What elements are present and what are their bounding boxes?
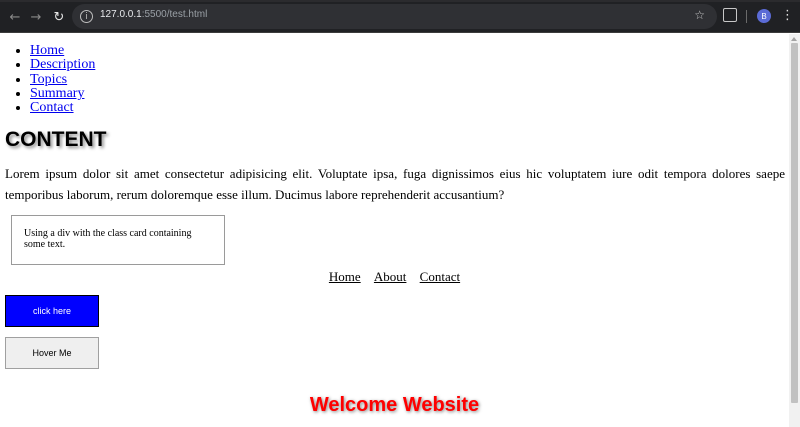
nav-item-description: Description bbox=[30, 58, 95, 72]
nav-link-description[interactable]: Description bbox=[30, 57, 95, 72]
avatar[interactable]: B bbox=[757, 9, 771, 23]
url-host: 127.0.0.1 bbox=[100, 9, 142, 20]
nav-item-summary: Summary bbox=[30, 86, 95, 101]
address-bar[interactable]: i 127.0.0.1:5500/test.html ☆ bbox=[72, 4, 717, 29]
star-icon[interactable]: ☆ bbox=[694, 8, 705, 22]
click-here-button[interactable]: click here bbox=[5, 295, 99, 327]
top-nav-list: Home Description Topics Summary Contact bbox=[0, 43, 95, 115]
bottom-nav-contact[interactable]: Contact bbox=[420, 269, 460, 284]
scrollbar-thumb[interactable] bbox=[791, 43, 798, 403]
extensions-icon[interactable] bbox=[723, 8, 737, 22]
bottom-nav: Home About Contact bbox=[0, 269, 789, 285]
forward-arrow-icon[interactable]: → bbox=[27, 8, 45, 26]
vertical-scrollbar[interactable] bbox=[789, 34, 800, 427]
url-path: :5500/test.html bbox=[141, 9, 208, 20]
bottom-nav-about[interactable]: About bbox=[374, 269, 407, 284]
card-text: Using a div with the class card containi… bbox=[24, 228, 192, 250]
url-text[interactable]: 127.0.0.1:5500/test.html bbox=[100, 9, 207, 20]
nav-link-summary[interactable]: Summary bbox=[30, 86, 84, 101]
nav-item-contact: Contact bbox=[30, 101, 95, 115]
info-icon[interactable]: i bbox=[80, 10, 93, 23]
welcome-heading: Welcome Website bbox=[309, 394, 480, 416]
menu-icon[interactable]: ⋮ bbox=[781, 8, 794, 24]
hover-me-button[interactable]: Hover Me bbox=[5, 337, 99, 369]
reload-icon[interactable]: ↻ bbox=[50, 8, 68, 26]
nav-link-topics[interactable]: Topics bbox=[30, 72, 67, 87]
nav-item-home: Home bbox=[30, 43, 95, 58]
nav-item-topics: Topics bbox=[30, 72, 95, 87]
bottom-nav-home[interactable]: Home bbox=[329, 269, 361, 284]
content-paragraph: Lorem ipsum dolor sit amet consectetur a… bbox=[5, 166, 785, 202]
nav-link-home[interactable]: Home bbox=[30, 43, 64, 58]
card: Using a div with the class card containi… bbox=[11, 215, 225, 265]
back-arrow-icon[interactable]: ← bbox=[6, 8, 24, 26]
scroll-up-icon[interactable] bbox=[791, 37, 797, 41]
nav-link-contact[interactable]: Contact bbox=[30, 100, 74, 115]
browser-toolbar: ← → ↻ i 127.0.0.1:5500/test.html ☆ B ⋮ bbox=[0, 0, 800, 33]
content-heading: CONTENT bbox=[5, 128, 107, 151]
tab-strip-edge bbox=[0, 0, 800, 2]
page-viewport: Home Description Topics Summary Contact … bbox=[0, 34, 789, 427]
toolbar-divider bbox=[746, 10, 747, 23]
